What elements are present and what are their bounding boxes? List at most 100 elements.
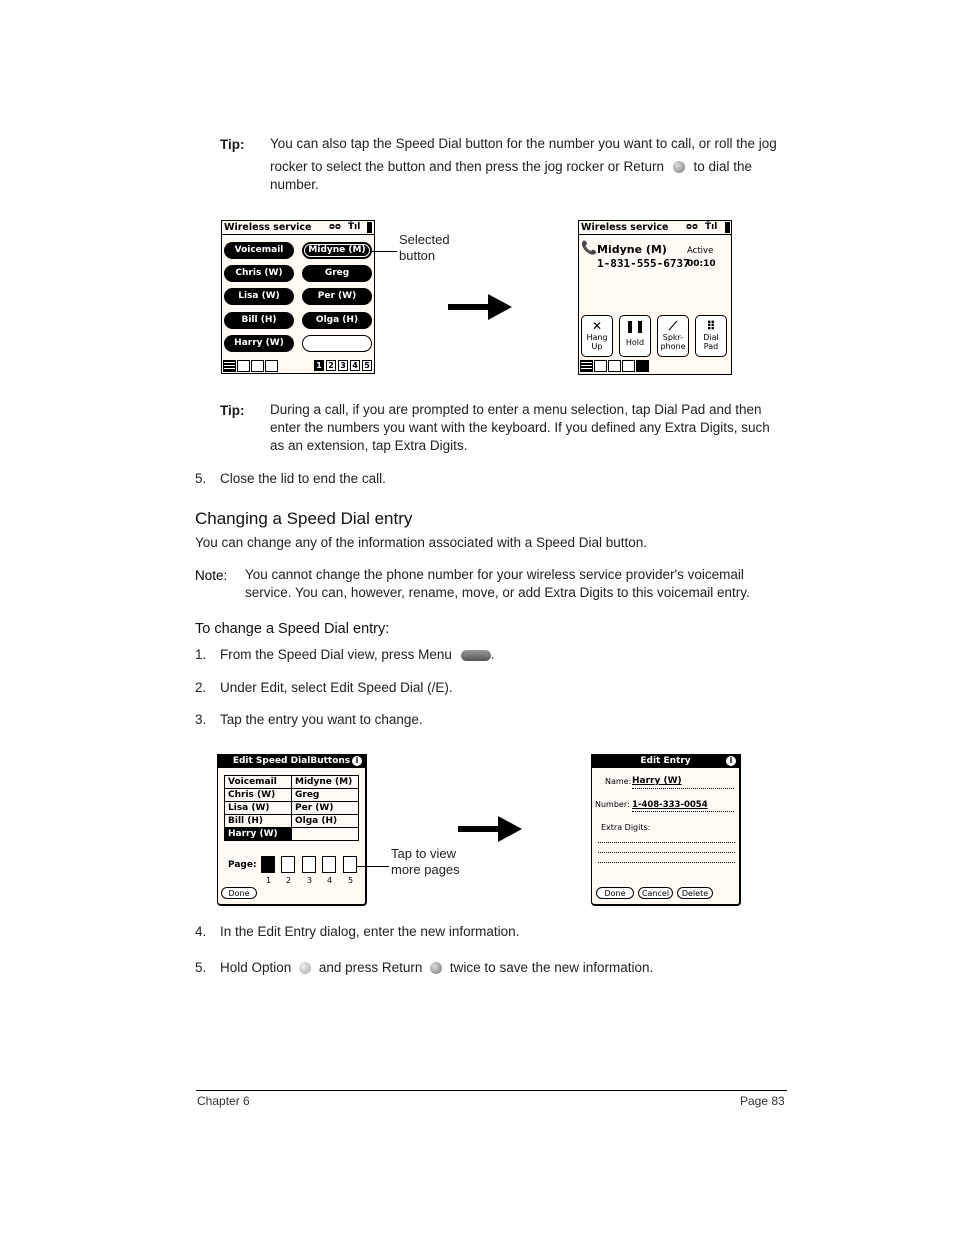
- done-button[interactable]: Done: [596, 887, 634, 899]
- tip-text-line: as an extension, tap Extra Digits.: [270, 438, 468, 453]
- step-text: In the Edit Entry dialog, enter the new …: [220, 924, 520, 939]
- callout-line: [371, 251, 397, 252]
- footer-page-number: Page 83: [740, 1094, 785, 1108]
- step-number: 1.: [195, 647, 207, 662]
- active-call-screen: Wireless service ᴑᴑ Ťıl 📞 Midyne (M) 1-8…: [578, 220, 732, 375]
- page-tab[interactable]: 3: [338, 360, 348, 371]
- page-box[interactable]: [343, 856, 357, 873]
- dialpad-icon: ⠿: [706, 319, 716, 333]
- section-intro: You can change any of the information as…: [195, 535, 648, 550]
- table-cell[interactable]: Greg: [291, 788, 359, 802]
- speed-dial-button[interactable]: Greg: [302, 265, 372, 282]
- hang-up-button[interactable]: ✕ Hang Up: [581, 315, 613, 357]
- speed-dial-button-empty[interactable]: [302, 335, 372, 352]
- view-call-icon[interactable]: [636, 360, 649, 372]
- table-cell[interactable]: Lisa (W): [224, 801, 292, 815]
- step-text: twice to save the new information.: [449, 960, 654, 975]
- page-number: 5: [348, 876, 354, 885]
- page-box[interactable]: [322, 856, 336, 873]
- step-number: 5.: [195, 471, 207, 486]
- battery-icon: [367, 222, 372, 233]
- page-tab[interactable]: 4: [350, 360, 360, 371]
- table-row: Voicemail Midyne (M): [224, 775, 359, 789]
- signal-icon: Ťıl: [348, 222, 361, 232]
- delete-button[interactable]: Delete: [677, 887, 713, 899]
- speakerphone-button[interactable]: ⟋ Spkr-phone: [657, 315, 689, 357]
- speed-dial-button[interactable]: Voicemail: [224, 242, 294, 259]
- callout-label: Selected button: [399, 232, 450, 263]
- extra-digits-field[interactable]: [598, 852, 735, 853]
- speed-dial-button[interactable]: Lisa (W): [224, 288, 294, 305]
- table-cell[interactable]: Per (W): [291, 801, 359, 815]
- step-text: and press Return: [318, 960, 423, 975]
- name-field[interactable]: [632, 788, 734, 789]
- speed-dial-button[interactable]: Harry (W): [224, 335, 294, 352]
- arrow-right-icon: [448, 294, 512, 320]
- battery-icon: [725, 222, 730, 233]
- page-box[interactable]: [281, 856, 295, 873]
- edit-entry-dialog: Edit Entry i Name: Harry (W) Number: 1-4…: [591, 754, 741, 906]
- table-cell-selected[interactable]: Harry (W): [224, 827, 292, 841]
- tip-text-line: rocker to select the button and then pre…: [270, 158, 752, 176]
- page-tab[interactable]: 1: [314, 360, 324, 371]
- step-text-line: From the Speed Dial view, press Menu .: [220, 647, 495, 662]
- return-key-icon: [430, 962, 443, 975]
- step-number: 2.: [195, 680, 207, 695]
- view-keypad-icon[interactable]: [237, 360, 250, 372]
- view-history-icon[interactable]: [265, 360, 278, 372]
- view-keypad-icon[interactable]: [594, 360, 607, 372]
- tip-text-line: enter the numbers you want with the keyb…: [270, 420, 770, 435]
- screen-title: Wireless service: [224, 222, 312, 233]
- dialog-title: Edit Entry i: [592, 755, 739, 768]
- tip-label: Tip:: [220, 403, 245, 418]
- speed-dial-button[interactable]: Bill (H): [224, 312, 294, 329]
- table-row: Lisa (W) Per (W): [224, 801, 359, 815]
- signal-icon: Ťıl: [705, 222, 718, 232]
- table-cell[interactable]: Midyne (M): [291, 775, 359, 789]
- page-label: Page:: [228, 860, 257, 870]
- speed-dial-button[interactable]: Per (W): [302, 288, 372, 305]
- table-cell[interactable]: Voicemail: [224, 775, 292, 789]
- page-tab[interactable]: 2: [326, 360, 336, 371]
- page-tab[interactable]: 5: [362, 360, 372, 371]
- note-text-line: You cannot change the phone number for y…: [245, 567, 744, 582]
- voicemail-icon: ᴑᴑ: [329, 222, 341, 232]
- title-divider: [579, 234, 731, 235]
- caller-number: 1-831-555-6737: [597, 257, 690, 270]
- table-row: Bill (H) Olga (H): [224, 814, 359, 828]
- dial-pad-button[interactable]: ⠿ Dial Pad: [695, 315, 727, 357]
- speed-dial-screen: Wireless service ᴑᴑ Ťıl Voicemail Midyne…: [221, 220, 375, 374]
- callout-label: Tap to view more pages: [391, 846, 460, 877]
- edit-speed-dial-dialog: Edit Speed DialButtons i Voicemail Midyne…: [217, 754, 367, 906]
- extra-digits-label: Extra Digits:: [601, 823, 651, 832]
- info-icon[interactable]: i: [352, 756, 362, 766]
- callout-line: [357, 866, 389, 867]
- step-text: Close the lid to end the call.: [220, 471, 386, 486]
- table-cell[interactable]: [291, 827, 359, 841]
- speed-dial-button-selected[interactable]: Midyne (M): [302, 242, 372, 259]
- page-box-active[interactable]: [261, 856, 275, 873]
- view-list-icon[interactable]: [223, 360, 236, 372]
- cancel-button[interactable]: Cancel: [638, 887, 673, 899]
- tip-text-line: number.: [270, 177, 319, 192]
- step-text: Under Edit, select Edit Speed Dial (/E).: [220, 680, 453, 695]
- view-history-icon[interactable]: [622, 360, 635, 372]
- info-icon[interactable]: i: [726, 756, 736, 766]
- number-label: Number:: [595, 800, 630, 809]
- number-field[interactable]: [632, 811, 734, 812]
- table-cell[interactable]: Chris (W): [224, 788, 292, 802]
- extra-digits-field[interactable]: [598, 842, 735, 843]
- page-box[interactable]: [302, 856, 316, 873]
- hold-button[interactable]: ❚❚ Hold: [619, 315, 651, 357]
- view-contacts-icon[interactable]: [608, 360, 621, 372]
- table-cell[interactable]: Bill (H): [224, 814, 292, 828]
- view-contacts-icon[interactable]: [251, 360, 264, 372]
- speed-dial-button[interactable]: Chris (W): [224, 265, 294, 282]
- view-list-icon[interactable]: [580, 360, 593, 372]
- table-cell[interactable]: Olga (H): [291, 814, 359, 828]
- done-button[interactable]: Done: [221, 887, 257, 899]
- speed-dial-button[interactable]: Olga (H): [302, 312, 372, 329]
- title-divider: [222, 234, 374, 235]
- extra-digits-field[interactable]: [598, 862, 735, 863]
- page-number: 4: [327, 876, 333, 885]
